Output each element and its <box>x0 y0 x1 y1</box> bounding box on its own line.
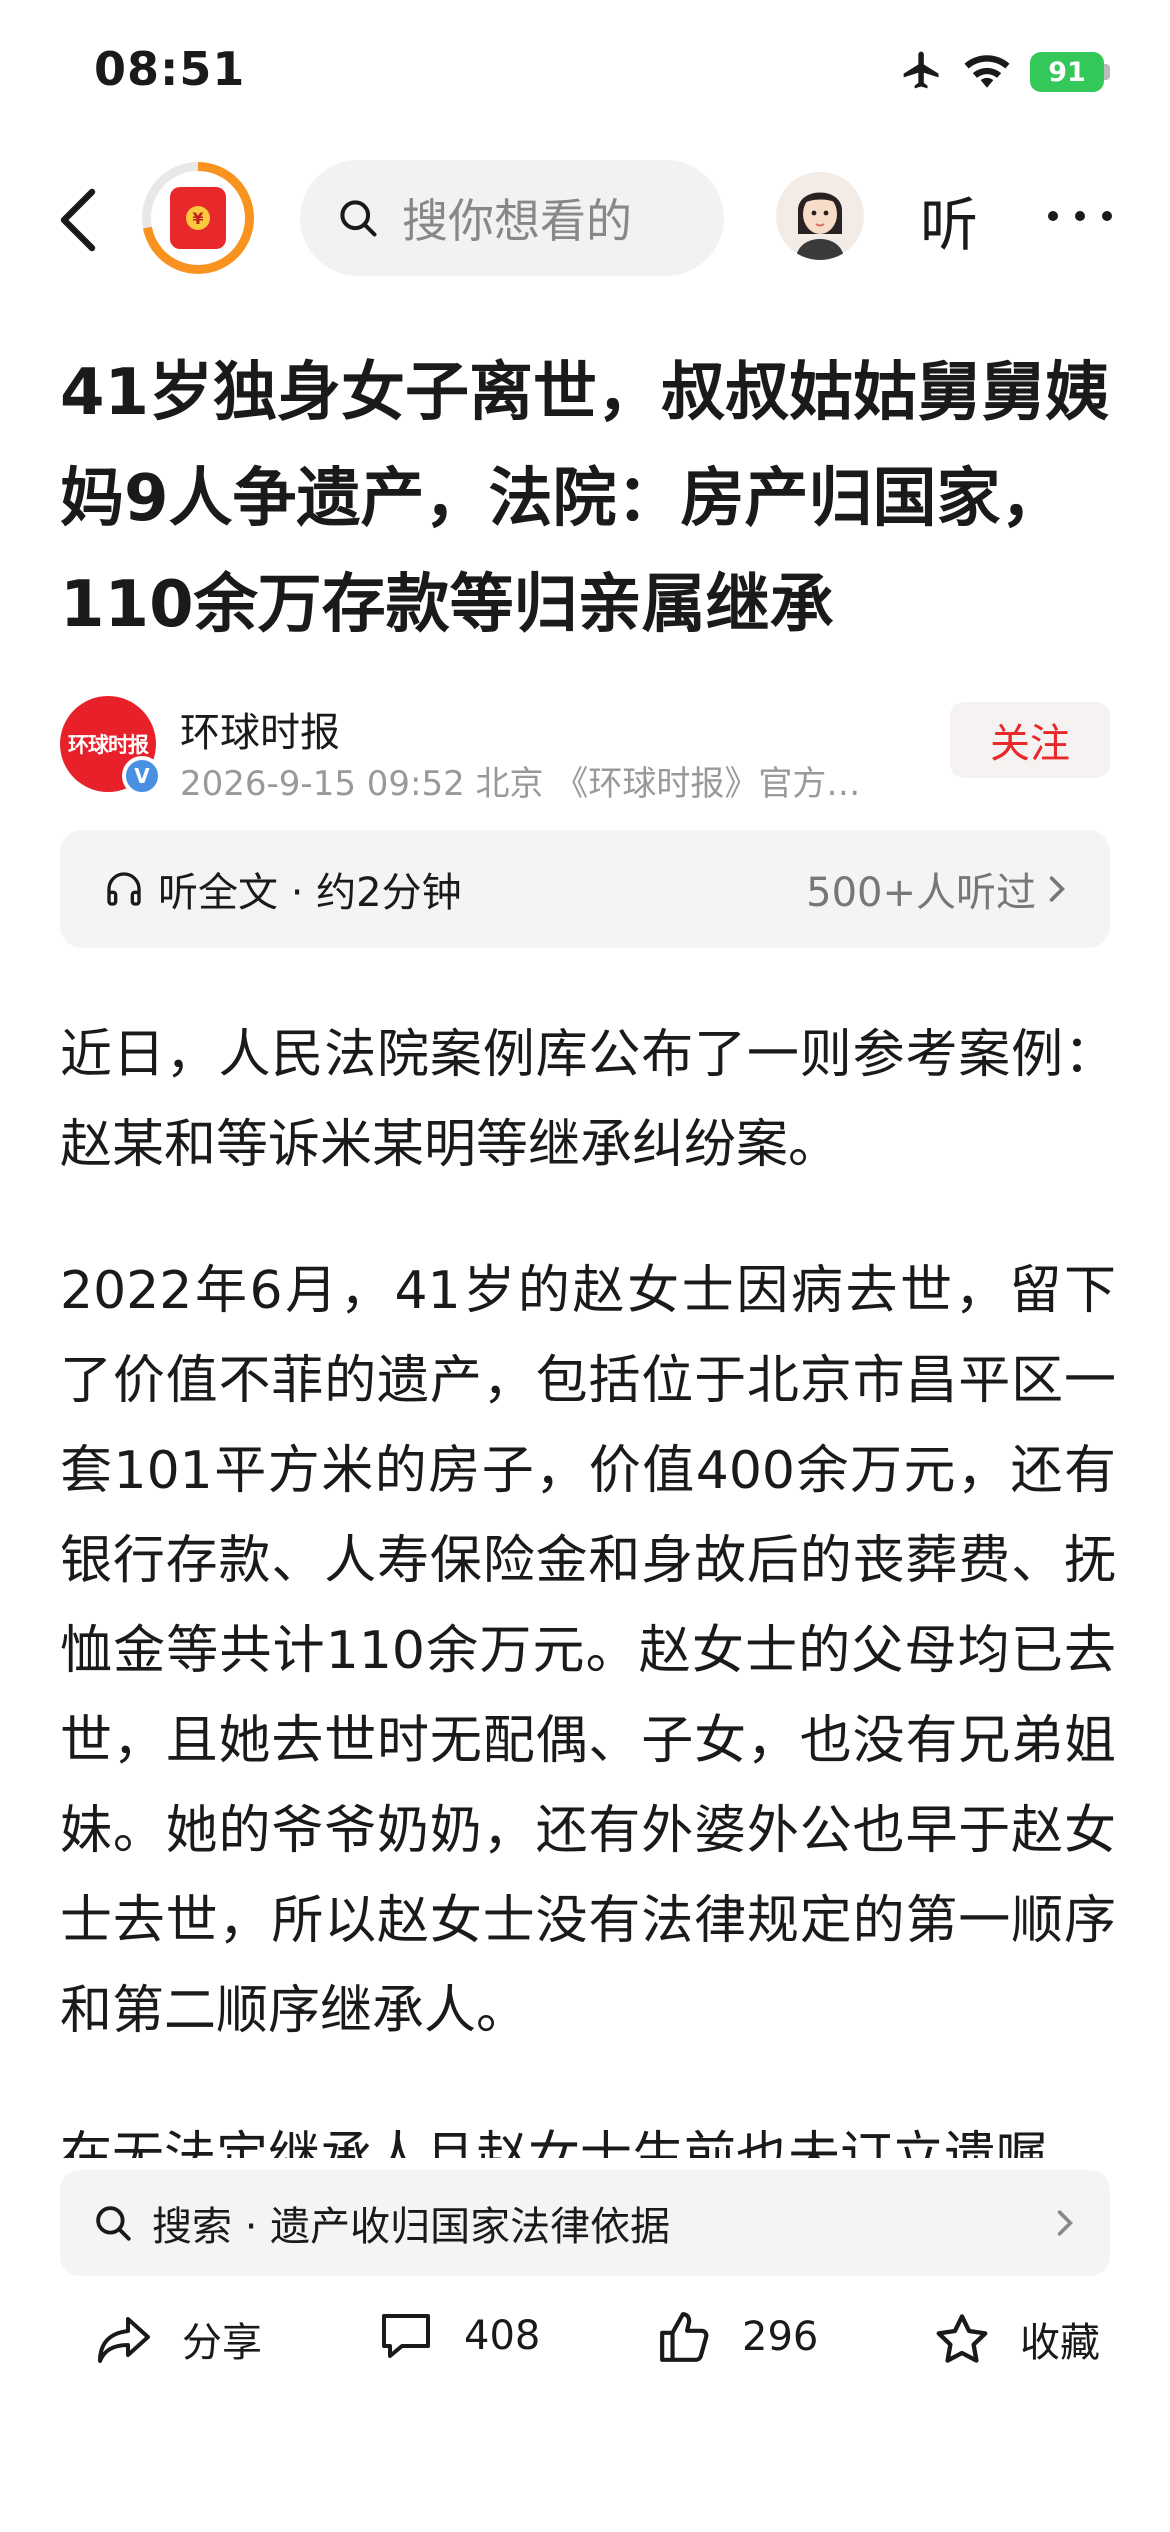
status-bar: 08:51 91 <box>0 0 1170 150</box>
thumbs-up-icon <box>660 2312 709 2362</box>
like-count: 296 <box>742 2314 819 2360</box>
red-envelope-icon: ¥ <box>170 187 226 249</box>
search-icon <box>340 200 377 237</box>
action-bar: 分享 408 296 收藏 <box>0 2294 1170 2406</box>
article-paragraph: 2022年6月，41岁的赵女士因病去世，留下了价值不菲的遗产，包括位于北京市昌平… <box>60 1261 1116 2041</box>
back-arrow-icon <box>60 188 96 252</box>
more-icon <box>1048 211 1058 221</box>
airplane-icon <box>900 48 944 96</box>
follow-button[interactable]: 关注 <box>950 702 1110 778</box>
headphones-icon <box>107 872 141 906</box>
more-button[interactable] <box>1048 188 1112 244</box>
chevron-right-icon <box>1049 876 1065 902</box>
author-meta: 2026-9-15 09:52 北京 《环球时报》官方… <box>180 764 861 804</box>
author-row: 环球时报 V 环球时报 2026-9-15 09:52 北京 《环球时报》官方…… <box>60 696 1110 806</box>
article-paragraph: 在无法定继承人且赵女士生前也未订立遗嘱 <box>60 2127 1049 2158</box>
status-time: 08:51 <box>94 42 246 96</box>
listen-button[interactable]: 听 <box>920 178 978 262</box>
verified-badge-icon: V <box>122 756 162 796</box>
status-icons: 91 <box>900 48 1110 96</box>
chevron-right-icon <box>1057 2210 1073 2236</box>
listen-duration-label: 听全文 · 约2分钟 <box>158 870 462 916</box>
red-envelope-button[interactable]: ¥ <box>142 162 254 274</box>
battery-level: 91 <box>1030 52 1104 92</box>
like-button[interactable]: 296 <box>658 2310 818 2364</box>
back-button[interactable] <box>48 182 108 258</box>
share-icon <box>98 2317 150 2363</box>
top-nav: ¥ 搜你想看的 听 <box>0 150 1170 290</box>
comment-icon <box>382 2314 430 2358</box>
search-placeholder: 搜你想看的 <box>402 194 632 248</box>
avatar[interactable] <box>776 172 864 260</box>
favorite-label: 收藏 <box>1020 2320 1100 2366</box>
author-logo-text: 环球时报 <box>68 732 149 757</box>
search-icon <box>96 2206 131 2241</box>
share-button[interactable]: 分享 <box>96 2310 262 2368</box>
search-input[interactable]: 搜你想看的 <box>300 160 724 276</box>
comment-count: 408 <box>464 2313 541 2359</box>
article-body: 近日，人民法院案例库公布了一则参考案例：赵某和等诉米某明等继承纠纷案。 2022… <box>60 1010 1116 2158</box>
star-icon <box>936 2314 988 2363</box>
favorite-button[interactable]: 收藏 <box>934 2310 1100 2368</box>
listener-count: 500+人听过 <box>806 870 1036 916</box>
home-indicator <box>410 2500 760 2512</box>
related-search-label: 搜索 · 遗产收归国家法律依据 <box>152 2204 671 2250</box>
share-label: 分享 <box>182 2320 262 2366</box>
article-title: 41岁独身女子离世，叔叔姑姑舅舅姨妈9人争遗产，法院：房产归国家，110余万存款… <box>60 356 1110 642</box>
article-paragraph: 近日，人民法院案例库公布了一则参考案例：赵某和等诉米某明等继承纠纷案。 <box>60 1025 1116 1175</box>
listen-full-text-bar[interactable]: 听全文 · 约2分钟 500+人听过 <box>60 830 1110 948</box>
wifi-icon <box>962 50 1012 94</box>
comment-button[interactable]: 408 <box>378 2310 540 2362</box>
battery-icon: 91 <box>1030 52 1110 92</box>
related-search-bar[interactable]: 搜索 · 遗产收归国家法律依据 <box>60 2170 1110 2276</box>
author-name[interactable]: 环球时报 <box>180 700 340 758</box>
